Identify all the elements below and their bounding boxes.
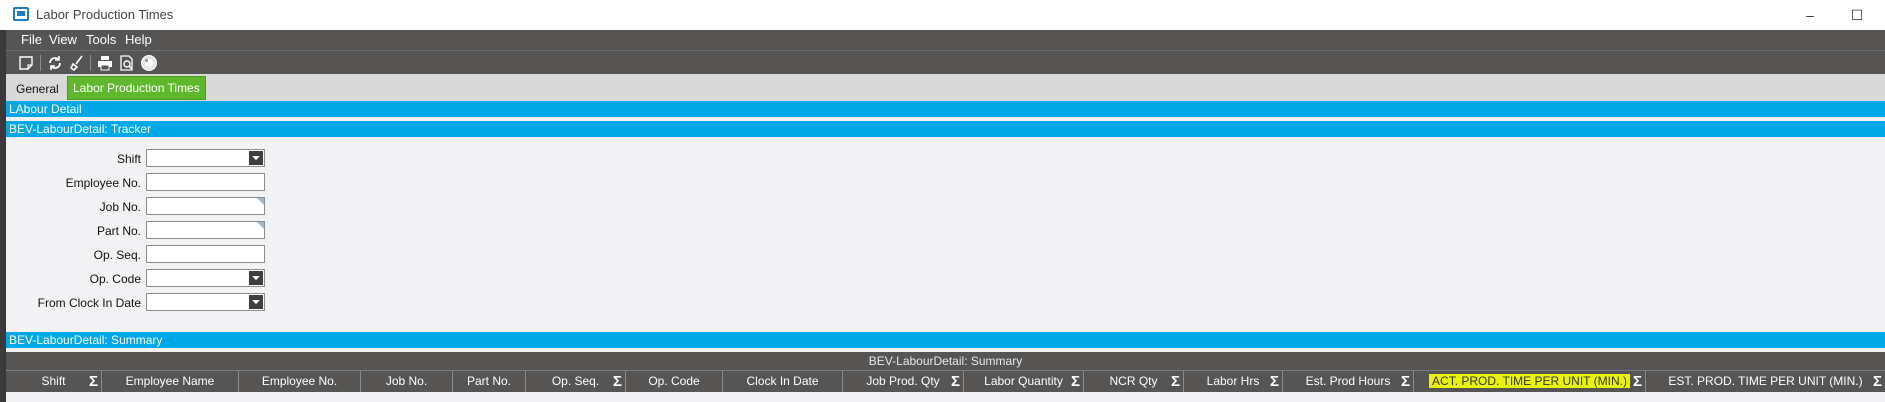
clear-button[interactable] — [66, 53, 88, 73]
job-no-row: Job No. — [6, 197, 141, 217]
shift-label: Shift — [116, 152, 141, 166]
column-header-op-code[interactable]: Op. Code — [626, 371, 723, 393]
column-header-employee-no[interactable]: Employee No. — [239, 371, 361, 393]
application-window: Labor Production Times – ☐ File View Too… — [0, 0, 1885, 402]
op-seq-label: Op. Seq. — [93, 248, 141, 262]
sigma-icon[interactable]: Σ — [1873, 372, 1882, 392]
search-hint-icon — [257, 222, 264, 229]
sigma-icon[interactable]: Σ — [1071, 372, 1080, 392]
summary-band: BEV-LabourDetail: Summary — [6, 332, 1885, 348]
tracker-band: BEV-LabourDetail: Tracker — [6, 121, 1885, 137]
new-icon — [19, 56, 33, 70]
column-header-part-no[interactable]: Part No. — [453, 371, 526, 393]
menu-help[interactable]: Help — [125, 32, 152, 47]
op-code-row: Op. Code — [6, 269, 141, 289]
chevron-down-icon[interactable] — [249, 271, 263, 285]
print-button[interactable] — [94, 53, 116, 73]
menu-tools[interactable]: Tools — [86, 32, 116, 47]
refresh-button[interactable] — [44, 53, 66, 73]
from-clock-in-date-label: From Clock In Date — [37, 296, 141, 310]
column-header-employee-name[interactable]: Employee Name — [102, 371, 239, 393]
help-icon — [141, 55, 157, 71]
print-preview-icon — [120, 55, 133, 71]
sigma-icon[interactable]: Σ — [1270, 372, 1279, 392]
tab-general[interactable]: General — [10, 78, 65, 100]
menu-file[interactable]: File — [21, 32, 42, 47]
op-code-dropdown[interactable] — [146, 269, 265, 287]
column-header-op-seq[interactable]: Op. Seq. Σ — [526, 371, 626, 393]
column-header-clock-in-date[interactable]: Clock In Date — [723, 371, 843, 393]
new-button[interactable] — [15, 53, 37, 73]
job-no-field[interactable] — [146, 197, 265, 215]
employee-no-field[interactable] — [146, 173, 265, 191]
from-clock-in-date-picker[interactable] — [146, 293, 265, 311]
toolbar — [6, 50, 1885, 74]
column-header-act-prod-time-per-unit[interactable]: ACT. PROD. TIME PER UNIT (MIN.) Σ — [1414, 371, 1646, 393]
window-title: Labor Production Times — [36, 7, 174, 22]
chevron-down-icon[interactable] — [249, 295, 263, 309]
sigma-icon[interactable]: Σ — [1171, 372, 1180, 392]
refresh-icon — [49, 56, 61, 70]
op-code-label: Op. Code — [89, 272, 141, 286]
sigma-icon[interactable]: Σ — [1633, 372, 1642, 392]
column-header-shift[interactable]: Shift Σ — [6, 371, 102, 393]
part-no-label: Part No. — [96, 224, 141, 238]
menu-view[interactable]: View — [49, 32, 77, 47]
column-header-est-prod-hours[interactable]: Est. Prod Hours Σ — [1283, 371, 1414, 393]
column-header-labor-hrs[interactable]: Labor Hrs Σ — [1184, 371, 1283, 393]
employee-no-row: Employee No. — [6, 173, 141, 193]
grid-title: BEV-LabourDetail: Summary — [6, 352, 1885, 370]
employee-no-label: Employee No. — [65, 176, 141, 190]
help-button[interactable] — [138, 53, 160, 73]
print-preview-button[interactable] — [116, 53, 138, 73]
minimize-button[interactable]: – — [1795, 4, 1825, 26]
op-seq-row: Op. Seq. — [6, 245, 141, 265]
tab-strip: General Labor Production Times — [6, 74, 1885, 102]
sigma-icon[interactable]: Σ — [613, 372, 622, 392]
from-clock-in-date-row: From Clock In Date — [6, 293, 141, 313]
column-header-job-prod-qty[interactable]: Job Prod. Qty Σ — [843, 371, 964, 393]
search-hint-icon — [257, 198, 264, 205]
clear-icon — [69, 55, 83, 72]
labour-detail-band: LAbour Detail — [6, 101, 1885, 117]
sigma-icon[interactable]: Σ — [89, 372, 98, 392]
app-icon — [13, 7, 29, 21]
shift-row: Shift — [6, 149, 141, 169]
toolbar-separator — [40, 55, 41, 71]
part-no-row: Part No. — [6, 221, 141, 241]
chevron-down-icon[interactable] — [249, 151, 263, 165]
toolbar-separator — [90, 55, 91, 71]
part-no-field[interactable] — [146, 221, 265, 239]
sigma-icon[interactable]: Σ — [951, 372, 960, 392]
title-bar: Labor Production Times – ☐ — [0, 0, 1885, 30]
column-header-est-prod-time-per-unit[interactable]: EST. PROD. TIME PER UNIT (MIN.) Σ — [1646, 371, 1885, 393]
grid-body — [6, 392, 1885, 402]
grid-header: Shift Σ Employee Name Employee No. Job No… — [6, 370, 1885, 393]
print-icon — [98, 56, 112, 71]
column-header-job-no[interactable]: Job No. — [361, 371, 453, 393]
column-header-ncr-qty[interactable]: NCR Qty Σ — [1084, 371, 1184, 393]
job-no-label: Job No. — [99, 200, 141, 214]
column-header-labor-quantity[interactable]: Labor Quantity Σ — [964, 371, 1084, 393]
sigma-icon[interactable]: Σ — [1401, 372, 1410, 392]
menu-bar: File View Tools Help — [6, 30, 1885, 50]
op-seq-field[interactable] — [146, 245, 265, 263]
shift-dropdown[interactable] — [146, 149, 265, 167]
maximize-button[interactable]: ☐ — [1842, 4, 1872, 26]
tab-labor-production-times[interactable]: Labor Production Times — [67, 76, 206, 100]
